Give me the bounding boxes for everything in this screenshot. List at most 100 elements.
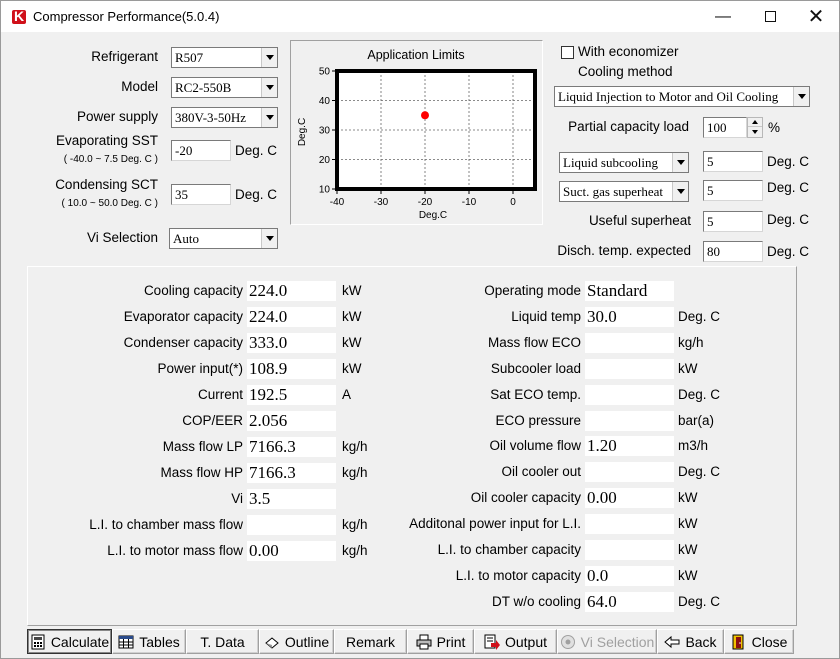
close-window-icon[interactable]: ✕ — [793, 1, 839, 32]
chevron-down-icon — [261, 229, 277, 248]
cond-sct-range: ( 10.0 ~ 50.0 Deg. C ) — [61, 198, 158, 209]
back-button[interactable]: Back — [657, 629, 724, 654]
cooling-method-value: Liquid Injection to Motor and Oil Coolin… — [558, 89, 779, 104]
result-label: Sat ECO temp. — [490, 386, 581, 402]
tables-button[interactable]: Tables — [112, 629, 186, 654]
vi-selection-button-label: Vi Selection — [580, 633, 655, 650]
model-select[interactable]: RC2-550B — [171, 77, 278, 98]
calculator-icon — [30, 634, 46, 650]
tdata-button[interactable]: T. Data — [186, 629, 259, 654]
superheat-mode-select[interactable]: Suct. gas superheat — [559, 181, 689, 202]
results-panel: Cooling capacity 224.0 kW Evaporator capaci… — [27, 266, 797, 626]
useful-superheat-input[interactable]: 5 — [703, 211, 763, 232]
vi-selection-label: Vi Selection — [86, 230, 158, 245]
result-label: Mass flow HP — [160, 465, 243, 480]
calculate-label: Calculate — [50, 633, 110, 650]
result-unit: kW — [678, 360, 698, 376]
result-label: L.I. to motor mass flow — [107, 543, 243, 558]
evap-sst-label: Evaporating SST — [55, 133, 158, 148]
x-tick-label: -40 — [330, 197, 345, 208]
result-label: Condenser capacity — [123, 335, 243, 350]
vi-selection-button[interactable]: Vi Selection — [557, 629, 657, 654]
cond-sct-input[interactable]: 35 — [171, 184, 231, 205]
chart-title: Application Limits — [367, 48, 464, 62]
y-tick-label: 20 — [319, 155, 331, 166]
result-value: 2.056 — [247, 411, 336, 431]
partial-capacity-input[interactable]: 100 — [703, 117, 747, 138]
chevron-down-icon — [672, 153, 688, 172]
application-limits-panel: Application Limits -40 -30 -20 -10 0 10 20 30 40 5… — [290, 40, 543, 225]
partial-capacity-unit: % — [768, 120, 781, 135]
result-value: 0.0 — [585, 565, 674, 586]
result-label: Mass flow ECO — [487, 334, 581, 350]
close-label: Close — [751, 633, 788, 650]
y-axis-label: Deg.C — [297, 118, 308, 146]
spin-up-icon[interactable] — [748, 118, 762, 127]
maximize-icon[interactable] — [747, 1, 793, 32]
refrigerant-label: Refrigerant — [91, 49, 158, 64]
application-limits-chart: Application Limits -40 -30 -20 -10 0 10 20 30 40 5… — [297, 48, 537, 221]
x-axis-label: Deg.C — [419, 210, 447, 221]
result-value — [247, 515, 336, 535]
title-bar: Compressor Performance(5.0.4) — ✕ — [1, 1, 839, 32]
economizer-checkbox[interactable] — [561, 46, 574, 59]
result-label: Vi — [231, 491, 243, 506]
superheat-unit: Deg. C — [767, 180, 810, 195]
result-unit: kW — [678, 516, 698, 532]
remark-button[interactable]: Remark — [334, 629, 407, 654]
superheat-input[interactable]: 5 — [703, 180, 763, 201]
power-supply-select[interactable]: 380V-3-50Hz — [171, 107, 278, 128]
spin-down-icon[interactable] — [748, 128, 762, 137]
result-label: Oil volume flow — [489, 438, 581, 454]
print-button[interactable]: Print — [407, 629, 474, 654]
output-button[interactable]: Output — [474, 629, 557, 654]
result-unit: A — [342, 387, 352, 402]
subcooling-mode-select[interactable]: Liquid subcooling — [559, 152, 689, 173]
result-value — [585, 358, 674, 379]
result-label: Oil cooler out — [501, 464, 581, 480]
calculate-button[interactable]: Calculate — [27, 629, 112, 654]
result-value: 333.0 — [247, 333, 336, 353]
subcooling-input[interactable]: 5 — [703, 151, 763, 172]
power-supply-label: Power supply — [76, 109, 158, 124]
disch-temp-input[interactable]: 80 — [703, 241, 763, 262]
result-unit: Deg. C — [678, 386, 721, 402]
result-value — [585, 384, 674, 405]
result-label: Evaporator capacity — [123, 309, 243, 324]
subcooling-unit: Deg. C — [767, 154, 810, 169]
result-value: 192.5 — [247, 385, 336, 405]
tables-label: Tables — [139, 633, 180, 650]
result-value: 3.5 — [247, 489, 336, 509]
result-label: Additonal power input for L.I. — [409, 516, 581, 532]
result-value — [585, 410, 674, 431]
result-label: Liquid temp — [511, 308, 581, 324]
cooling-method-select[interactable]: Liquid Injection to Motor and Oil Coolin… — [554, 86, 810, 107]
evap-sst-input[interactable]: -20 — [171, 140, 231, 161]
disch-temp-label: Disch. temp. expected — [557, 243, 691, 258]
window-title: Compressor Performance(5.0.4) — [33, 9, 220, 24]
result-unit: kW — [678, 490, 698, 506]
result-unit: Deg. C — [678, 464, 721, 480]
result-label: ECO pressure — [495, 412, 581, 428]
superheat-mode-value: Suct. gas superheat — [563, 184, 664, 199]
partial-capacity-spinner[interactable] — [747, 117, 763, 138]
result-label: Oil cooler capacity — [470, 490, 581, 506]
close-button[interactable]: Close — [724, 629, 794, 654]
result-value: 1.20 — [585, 436, 674, 457]
chevron-down-icon — [672, 182, 688, 201]
vi-selection-select[interactable]: Auto — [169, 228, 278, 249]
x-tick-label: 0 — [510, 197, 516, 208]
refrigerant-value: R507 — [175, 50, 204, 65]
useful-superheat-label: Useful superheat — [588, 213, 691, 228]
outline-button[interactable]: Outline — [259, 629, 334, 654]
refrigerant-select[interactable]: R507 — [171, 47, 278, 68]
y-tick-label: 30 — [319, 126, 331, 137]
printer-icon — [416, 634, 432, 650]
result-label: Power input(*) — [157, 361, 243, 376]
x-tick-label: -10 — [462, 197, 477, 208]
result-label: Subcooler load — [490, 360, 581, 376]
minimize-icon[interactable]: — — [700, 1, 746, 32]
result-value: 0.00 — [585, 488, 674, 509]
vi-selection-icon — [560, 634, 576, 650]
subcooling-mode-value: Liquid subcooling — [563, 155, 658, 170]
